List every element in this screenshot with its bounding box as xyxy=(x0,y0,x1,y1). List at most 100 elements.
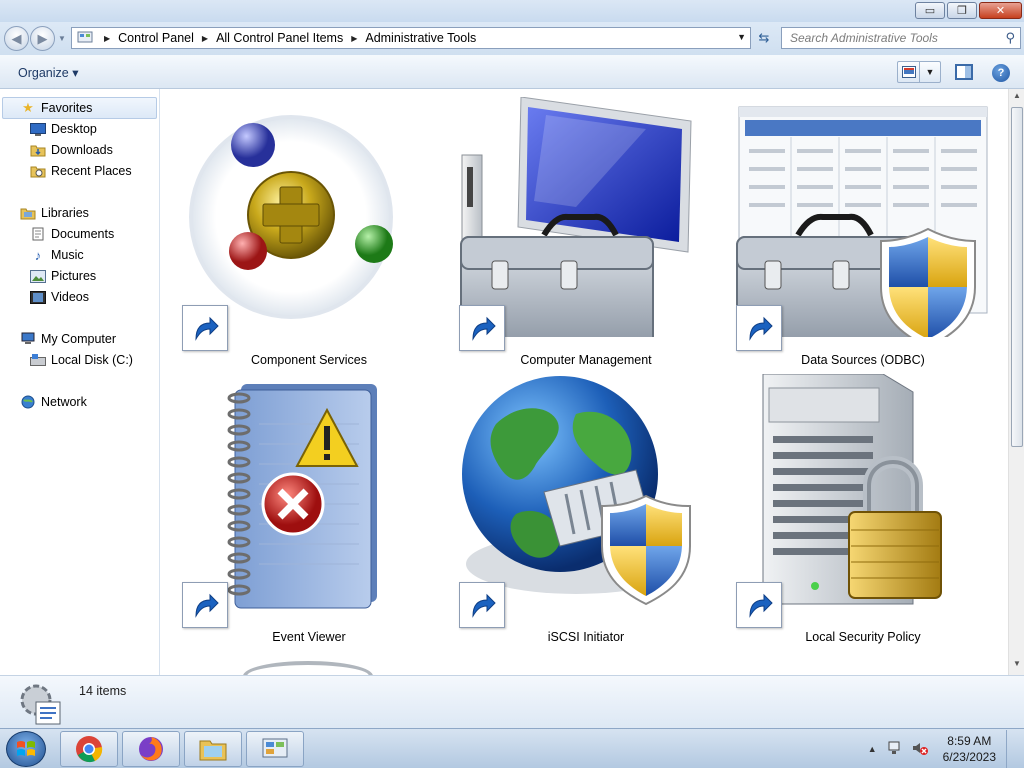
nav-libraries[interactable]: Libraries xyxy=(20,203,89,223)
view-dropdown-icon[interactable]: ▼ xyxy=(920,67,940,77)
details-pane: 14 items xyxy=(0,675,1024,728)
taskbar: ▲ 8:59 AM 6/23/2023 xyxy=(0,728,1024,768)
item-computer-management[interactable]: Computer Management xyxy=(456,97,716,367)
forward-arrow-icon: ▶ xyxy=(37,30,48,46)
nav-recent-places[interactable]: Recent Places xyxy=(30,161,132,181)
item-data-sources-odbc[interactable]: Data Sources (ODBC) xyxy=(733,97,993,367)
libraries-icon xyxy=(20,206,36,220)
search-placeholder: Search Administrative Tools xyxy=(790,31,938,45)
breadcrumb-all-items[interactable]: All Control Panel Items xyxy=(216,31,343,45)
nav-my-computer[interactable]: My Computer xyxy=(20,329,116,349)
nav-downloads[interactable]: Downloads xyxy=(30,140,113,160)
command-bar: Organize ▾ ▼ ? xyxy=(0,55,1024,89)
breadcrumb: ▶ Control Panel ▶ All Control Panel Item… xyxy=(96,31,476,45)
preview-pane-button[interactable] xyxy=(955,64,973,80)
breadcrumb-separator-icon[interactable]: ▶ xyxy=(351,34,357,43)
music-icon: ♪ xyxy=(34,247,42,263)
nav-desktop[interactable]: Desktop xyxy=(30,119,97,139)
administrative-tools-icon xyxy=(18,682,62,729)
search-input[interactable]: Search Administrative Tools ⚲ xyxy=(781,27,1021,49)
shortcut-arrow-icon xyxy=(736,305,782,351)
data-sources-icon xyxy=(736,106,988,337)
breadcrumb-separator-icon[interactable]: ▶ xyxy=(104,34,110,43)
taskbar-explorer[interactable] xyxy=(184,731,242,767)
change-view-button[interactable]: ▼ xyxy=(897,61,941,83)
iscsi-initiator-icon xyxy=(462,376,691,606)
item-component-services[interactable]: Component Services xyxy=(179,97,439,367)
clock-date: 6/23/2023 xyxy=(942,750,996,764)
nav-documents[interactable]: Documents xyxy=(30,224,114,244)
nav-network[interactable]: Network xyxy=(20,392,87,412)
address-bar[interactable]: ▶ Control Panel ▶ All Control Panel Item… xyxy=(71,27,751,49)
nav-favorites[interactable]: ★ Favorites xyxy=(20,98,92,118)
nav-recent-label: Recent Places xyxy=(51,164,132,178)
taskbar-firefox[interactable] xyxy=(122,731,180,767)
start-button[interactable] xyxy=(6,731,46,767)
nav-desktop-label: Desktop xyxy=(51,122,97,136)
local-disk-icon xyxy=(30,353,46,367)
computer-icon xyxy=(20,332,36,346)
nav-computer-label: My Computer xyxy=(41,332,117,346)
nav-documents-label: Documents xyxy=(51,227,115,241)
back-button[interactable]: ◀ xyxy=(4,26,29,51)
component-services-icon xyxy=(189,115,393,319)
nav-network-label: Network xyxy=(41,395,87,409)
minimize-button[interactable]: ▭ xyxy=(915,2,945,19)
nav-downloads-label: Downloads xyxy=(51,143,113,157)
nav-pictures[interactable]: Pictures xyxy=(30,266,96,286)
downloads-folder-icon xyxy=(30,143,46,157)
shortcut-arrow-icon xyxy=(459,305,505,351)
item-event-viewer[interactable]: Event Viewer xyxy=(179,374,439,644)
item-count: 14 items xyxy=(79,684,127,698)
partial-item-icon xyxy=(243,661,373,675)
scroll-down-icon[interactable]: ▼ xyxy=(1011,659,1023,673)
address-dropdown-icon[interactable]: ▼ xyxy=(737,32,746,42)
nav-music[interactable]: ♪ Music xyxy=(30,245,84,265)
content-area: Component Services Computer Management D… xyxy=(161,89,1008,675)
windows-logo-icon xyxy=(17,741,35,756)
recent-pages-dropdown-icon[interactable]: ▼ xyxy=(58,34,66,43)
back-arrow-icon: ◀ xyxy=(11,30,22,46)
organize-button[interactable]: Organize ▾ xyxy=(18,65,78,80)
network-icon xyxy=(20,395,36,409)
item-label: iSCSI Initiator xyxy=(547,630,625,644)
item-label: Event Viewer xyxy=(272,630,346,644)
forward-button[interactable]: ▶ xyxy=(30,26,55,51)
scroll-thumb[interactable] xyxy=(1011,107,1023,447)
star-icon: ★ xyxy=(22,100,34,115)
videos-icon xyxy=(30,290,46,304)
breadcrumb-control-panel[interactable]: Control Panel xyxy=(118,31,194,45)
nav-local-disk-label: Local Disk (C:) xyxy=(51,353,133,367)
nav-videos[interactable]: Videos xyxy=(30,287,89,307)
volume-muted-icon[interactable] xyxy=(911,740,929,759)
network-tray-icon[interactable] xyxy=(887,740,903,759)
restore-button[interactable]: ❐ xyxy=(947,2,977,19)
scroll-up-icon[interactable]: ▲ xyxy=(1011,91,1023,105)
navigation-pane: ★ Favorites Desktop Downloads Recent Pla… xyxy=(0,89,160,675)
item-local-security-policy[interactable]: Local Security Policy xyxy=(733,374,993,644)
refresh-icon: ⇆ xyxy=(758,30,770,45)
refresh-button[interactable]: ⇆ xyxy=(752,27,776,49)
computer-management-icon xyxy=(460,97,692,337)
item-label: Computer Management xyxy=(520,353,652,367)
view-icon[interactable] xyxy=(898,62,920,82)
taskbar-chrome[interactable] xyxy=(60,731,118,767)
search-icon[interactable]: ⚲ xyxy=(1005,30,1015,46)
vertical-scrollbar[interactable]: ▲ ▼ xyxy=(1008,89,1024,675)
taskbar-control-panel[interactable] xyxy=(246,731,304,767)
show-desktop-button[interactable] xyxy=(1006,730,1016,768)
close-button[interactable]: ✕ xyxy=(979,2,1022,19)
taskbar-clock[interactable]: 8:59 AM 6/23/2023 xyxy=(943,733,996,765)
clock-time: 8:59 AM xyxy=(947,734,992,748)
caption-buttons: ▭ ❐ ✕ xyxy=(913,2,1022,19)
firefox-icon xyxy=(139,737,163,761)
show-hidden-icons-icon[interactable]: ▲ xyxy=(868,744,877,754)
title-bar: ▭ ❐ ✕ xyxy=(0,0,1024,22)
item-iscsi-initiator[interactable]: iSCSI Initiator xyxy=(456,374,716,644)
breadcrumb-administrative-tools[interactable]: Administrative Tools xyxy=(365,31,476,45)
breadcrumb-separator-icon[interactable]: ▶ xyxy=(202,34,208,43)
nav-local-disk[interactable]: Local Disk (C:) xyxy=(30,350,133,370)
nav-pictures-label: Pictures xyxy=(51,269,97,283)
item-label: Local Security Policy xyxy=(805,630,921,644)
help-button[interactable]: ? xyxy=(992,64,1010,82)
